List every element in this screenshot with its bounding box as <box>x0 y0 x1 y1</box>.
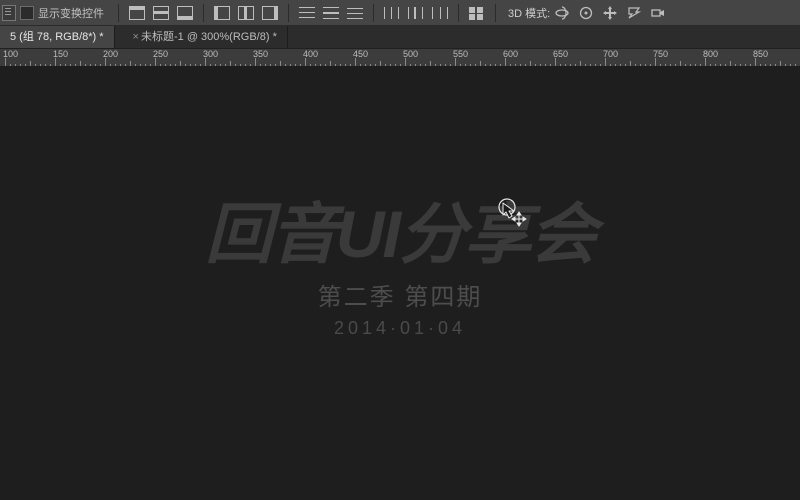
artwork-content: 回音UI分享会 第二季 第四期 2014·01·04 <box>209 201 591 339</box>
artwork-date: 2014·01·04 <box>209 318 591 339</box>
align-left-edges-icon[interactable] <box>211 2 233 24</box>
separator <box>495 4 496 22</box>
document-tab[interactable]: × 未标题-1 @ 300%(RGB/8) * <box>115 26 288 48</box>
align-horizontal-centers-icon[interactable] <box>235 2 257 24</box>
distribute-horizontal-centers-icon[interactable] <box>405 2 427 24</box>
distribute-right-edges-icon[interactable] <box>429 2 451 24</box>
separator <box>458 4 459 22</box>
canvas-area[interactable]: 回音UI分享会 第二季 第四期 2014·01·04 <box>0 66 800 500</box>
auto-align-icon[interactable] <box>466 2 488 24</box>
mode-3d-label: 3D 模式: <box>508 5 550 21</box>
align-top-edges-icon[interactable] <box>126 2 148 24</box>
document-tab[interactable]: 5 (组 78, RGB/8*) * <box>0 26 115 48</box>
distribute-left-edges-icon[interactable] <box>381 2 403 24</box>
separator <box>373 4 374 22</box>
3d-slide-icon[interactable] <box>623 2 645 24</box>
artwork-subtitle: 第二季 第四期 <box>209 277 591 312</box>
show-transform-controls-label: 显示变换控件 <box>38 5 104 21</box>
close-tab-icon[interactable]: × <box>131 32 141 43</box>
separator <box>118 4 119 22</box>
show-transform-controls-checkbox[interactable] <box>20 6 34 20</box>
tool-preset-icon[interactable] <box>2 5 16 21</box>
align-bottom-edges-icon[interactable] <box>174 2 196 24</box>
3d-pan-icon[interactable] <box>599 2 621 24</box>
document-tab-label: 5 (组 78, RGB/8*) * <box>10 26 104 48</box>
align-vertical-centers-icon[interactable] <box>150 2 172 24</box>
artwork-title: 回音UI分享会 <box>205 201 595 267</box>
separator <box>288 4 289 22</box>
align-right-edges-icon[interactable] <box>259 2 281 24</box>
horizontal-ruler[interactable]: 1001502002503003504004505005506006507007… <box>0 48 800 68</box>
3d-orbit-icon[interactable] <box>551 2 573 24</box>
distribute-vertical-centers-icon[interactable] <box>320 2 342 24</box>
separator <box>203 4 204 22</box>
document-tab-label: 未标题-1 @ 300%(RGB/8) * <box>141 26 277 48</box>
3d-camera-icon[interactable] <box>647 2 669 24</box>
distribute-top-edges-icon[interactable] <box>296 2 318 24</box>
options-bar: 显示变换控件 <box>0 0 800 26</box>
3d-roll-icon[interactable] <box>575 2 597 24</box>
distribute-bottom-edges-icon[interactable] <box>344 2 366 24</box>
document-tab-strip: 5 (组 78, RGB/8*) * × 未标题-1 @ 300%(RGB/8)… <box>0 26 800 48</box>
